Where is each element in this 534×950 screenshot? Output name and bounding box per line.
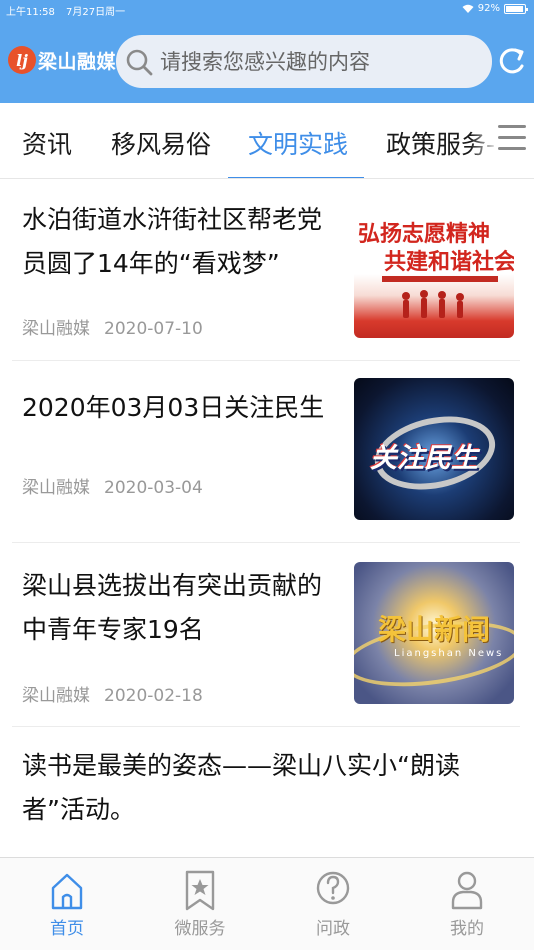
news-date: 2020-03-04 <box>104 478 203 498</box>
tab-zixun[interactable]: 资讯 <box>22 125 72 161</box>
logo-mark-icon: lj <box>8 46 36 74</box>
nav-wenzheng[interactable]: 问政 <box>288 868 378 939</box>
news-title: 梁山县选拔出有突出贡献的中青年专家19名 <box>22 571 323 644</box>
news-title: 水泊街道水浒街社区帮老党员圆了14年的“看戏梦” <box>22 205 323 278</box>
news-meta: 梁山融媒 2020-02-18 <box>22 681 203 706</box>
app-name: 梁山融媒 <box>38 50 117 73</box>
status-date: 7月27日周一 <box>66 7 126 18</box>
wifi-icon <box>462 4 474 13</box>
question-icon <box>316 871 350 905</box>
thumbnail-band <box>382 276 498 282</box>
news-item[interactable]: 2020年03月03日关注民生 梁山融媒 2020-03-04 关注民生 <box>12 362 520 543</box>
news-source: 梁山融媒 <box>22 686 90 706</box>
refresh-icon[interactable] <box>498 44 526 78</box>
news-source: 梁山融媒 <box>22 478 90 498</box>
status-time: 上午11:58 <box>6 7 55 18</box>
app-logo: lj 梁山融媒 <box>8 40 116 80</box>
thumbnail-subtext: Liangshan News <box>394 648 504 659</box>
news-thumbnail: 梁山新闻 Liangshan News <box>354 562 514 704</box>
thumbnail-text: 梁山新闻 <box>378 613 491 646</box>
news-title: 读书是最美的姿态——梁山八实小“朗读者”活动。 <box>22 751 460 824</box>
tab-wenmingshijian[interactable]: 文明实践 <box>248 125 348 161</box>
news-item[interactable]: 水泊街道水浒街社区帮老党员圆了14年的“看戏梦” 梁山融媒 2020-07-10 … <box>12 180 520 361</box>
news-thumbnail: 弘扬志愿精神 共建和谐社会 <box>354 196 514 338</box>
nav-label: 微服务 <box>174 919 226 939</box>
menu-icon[interactable] <box>498 125 526 155</box>
thumbnail-text: 共建和谐社会 <box>384 249 514 275</box>
news-source: 梁山融媒 <box>22 319 90 339</box>
home-icon <box>51 873 83 910</box>
nav-home[interactable]: 首页 <box>22 868 112 939</box>
nav-label: 我的 <box>450 919 484 939</box>
status-bar: 上午11:58 7月27日周一 92% <box>0 0 534 18</box>
news-date: 2020-02-18 <box>104 686 203 706</box>
bookmark-star-icon <box>185 870 215 911</box>
news-meta: 梁山融媒 2020-03-04 <box>22 473 203 498</box>
news-meta: 梁山融媒 2020-07-10 <box>22 314 203 339</box>
battery-icon <box>504 3 528 14</box>
search-bar[interactable] <box>116 35 492 88</box>
news-title: 2020年03月03日关注民生 <box>22 393 325 422</box>
nav-mine[interactable]: 我的 <box>422 868 512 939</box>
app-header: 上午11:58 7月27日周一 92% lj 梁山融媒 <box>0 0 534 103</box>
tab-yifengyisu[interactable]: 移风易俗 <box>111 125 211 161</box>
nav-label: 首页 <box>50 919 84 939</box>
category-tabs: 资讯 移风易俗 文明实践 政策服务- <box>0 103 534 179</box>
news-thumbnail: 关注民生 <box>354 378 514 520</box>
search-icon <box>126 49 153 75</box>
people-silhouette-icon <box>402 290 464 318</box>
search-input[interactable] <box>160 49 480 74</box>
bottom-nav: 首页 微服务 问政 我的 <box>0 857 534 950</box>
thumbnail-text: 关注民生 <box>370 443 478 474</box>
nav-microservice[interactable]: 微服务 <box>155 868 245 939</box>
active-tab-indicator <box>228 177 364 178</box>
news-date: 2020-07-10 <box>104 319 203 339</box>
user-icon <box>451 871 483 910</box>
news-item[interactable]: 梁山县选拔出有突出贡献的中青年专家19名 梁山融媒 2020-02-18 梁山新闻… <box>12 544 520 727</box>
nav-label: 问政 <box>316 919 350 939</box>
news-item[interactable]: 读书是最美的姿态——梁山八实小“朗读者”活动。 <box>12 728 520 858</box>
battery-percent: 92% <box>477 3 500 14</box>
